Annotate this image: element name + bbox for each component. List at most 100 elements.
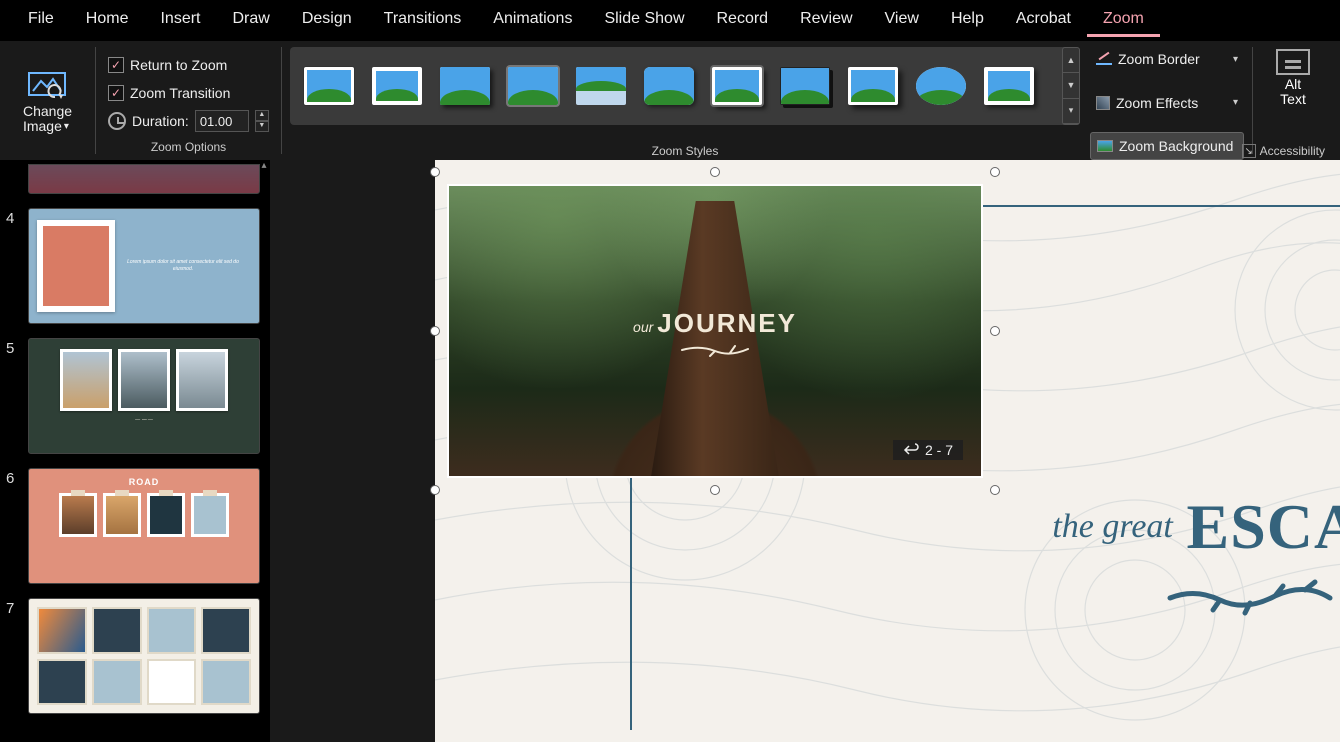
title-block: the great ESCAPE [1052,490,1340,564]
menu-zoom[interactable]: Zoom [1087,4,1160,37]
menu-record[interactable]: Record [701,4,785,37]
zoom-effects-label: Zoom Effects [1116,95,1198,111]
branch-decoration [1165,578,1335,621]
slide4-text: Lorem ipsum dolor sit amet consectetur e… [115,259,251,273]
slide-number: 6 [6,468,20,584]
change-image-label1: Change [23,104,72,119]
style-preset-1[interactable] [304,67,354,105]
slide-canvas[interactable]: the great ESCAPE ourJOURNEY 2 - 7 [435,160,1340,742]
change-image-label2: Image [23,119,62,134]
background-icon [1097,140,1113,152]
accessibility-label[interactable]: Accessibility [1242,144,1325,158]
checkbox-icon: ✓ [108,57,124,73]
zoom-frame-image: ourJOURNEY 2 - 7 [447,184,983,478]
style-preset-7[interactable] [712,67,762,105]
zoom-transition-label: Zoom Transition [130,85,230,101]
pen-icon [1096,53,1112,65]
zoom-styles-gallery[interactable] [290,47,1080,125]
alt-text-label1: Alt [1285,76,1301,92]
resize-handle[interactable] [430,485,440,495]
style-preset-10[interactable] [916,67,966,105]
slide6-title: ROAD [129,477,160,487]
gallery-scroll[interactable]: ▲▼▾ [1062,47,1080,125]
chevron-down-icon: ▾ [1233,54,1238,65]
journey-title: ourJOURNEY [449,308,981,357]
resize-handle[interactable] [990,326,1000,336]
chevron-down-icon: ▾ [64,121,69,132]
zoom-styles-group: ▲▼▾ Zoom Styles [282,41,1082,160]
style-preset-2[interactable] [372,67,422,105]
slide-thumb-3[interactable] [28,164,260,194]
resize-handle[interactable] [710,167,720,177]
style-preset-9[interactable] [848,67,898,105]
zoom-frame-selected[interactable]: ourJOURNEY 2 - 7 [435,172,995,490]
style-preset-3[interactable] [440,67,490,105]
menu-acrobat[interactable]: Acrobat [1000,4,1087,37]
title-prefix: the great [1052,508,1173,546]
change-image-group: Change Image ▾ [0,41,95,160]
workspace: 4 Lorem ipsum dolor sit amet consectetur… [0,160,1340,742]
style-preset-11[interactable] [984,67,1034,105]
menu-help[interactable]: Help [935,4,1000,37]
zoom-styles-group-label: Zoom Styles [290,142,1080,160]
alt-text-icon [1276,49,1310,75]
menu-view[interactable]: View [869,4,935,37]
zoom-options-group-label: Zoom Options [104,138,273,156]
alt-text-label2: Text [1280,91,1306,107]
title-main: ESCAPE [1187,490,1340,564]
slide-thumb-7[interactable] [28,598,260,714]
menu-transitions[interactable]: Transitions [368,4,478,37]
menu-home[interactable]: Home [70,4,145,37]
menu-animations[interactable]: Animations [477,4,588,37]
clock-icon [108,112,126,130]
zoom-background-button[interactable]: Zoom Background [1090,132,1244,160]
slide-thumb-6[interactable]: ROAD [28,468,260,584]
menu-insert[interactable]: Insert [144,4,216,37]
ribbon: Change Image ▾ ✓ Return to Zoom ✓ Zoom T… [0,40,1340,160]
zoom-format-group: Zoom Border ▾ Zoom Effects ▾ Zoom Backgr… [1082,41,1252,160]
alt-text-group: AltText Accessibility [1253,41,1333,160]
zoom-range-badge: 2 - 7 [893,440,963,460]
effects-icon [1096,96,1110,110]
style-preset-8[interactable] [780,67,830,105]
zoom-options-group: ✓ Return to Zoom ✓ Zoom Transition Durat… [96,41,281,160]
style-preset-4[interactable] [508,67,558,105]
slide-canvas-area: the great ESCAPE ourJOURNEY 2 - 7 [270,160,1340,742]
resize-handle[interactable] [430,326,440,336]
return-to-zoom-checkbox[interactable]: ✓ Return to Zoom [108,51,269,79]
chevron-down-icon: ▾ [1233,97,1238,108]
resize-handle[interactable] [990,167,1000,177]
slide-number [6,164,20,194]
change-image-button[interactable]: Change Image ▾ [23,67,72,135]
resize-handle[interactable] [710,485,720,495]
duration-label: Duration: [132,113,189,129]
zoom-transition-checkbox[interactable]: ✓ Zoom Transition [108,79,269,107]
slide-thumb-4[interactable]: Lorem ipsum dolor sit amet consectetur e… [28,208,260,324]
duration-row: Duration: ▲▼ [108,107,269,135]
menu-draw[interactable]: Draw [216,4,285,37]
thumbnail-scrollbar[interactable]: ▴ [258,160,270,742]
zoom-border-button[interactable]: Zoom Border ▾ [1090,45,1244,73]
change-image-icon [27,71,67,101]
duration-input[interactable] [195,110,249,132]
slide-thumb-5[interactable]: — ⁓ — [28,338,260,454]
menu-slideshow[interactable]: Slide Show [588,4,700,37]
return-arrow-icon [903,443,919,457]
slide-thumbnail-panel: 4 Lorem ipsum dolor sit amet consectetur… [0,160,270,742]
resize-handle[interactable] [990,485,1000,495]
style-preset-6[interactable] [644,67,694,105]
checkbox-icon: ✓ [108,85,124,101]
style-preset-5[interactable] [576,67,626,105]
alt-text-button[interactable]: AltText [1276,45,1310,108]
duration-spinner[interactable]: ▲▼ [255,110,269,132]
slide-number: 4 [6,208,20,324]
resize-handle[interactable] [430,167,440,177]
menu-design[interactable]: Design [286,4,368,37]
zoom-effects-button[interactable]: Zoom Effects ▾ [1090,89,1244,117]
menu-review[interactable]: Review [784,4,868,37]
menu-file[interactable]: File [12,4,70,37]
zoom-background-label: Zoom Background [1119,138,1233,154]
menu-bar: File Home Insert Draw Design Transitions… [0,0,1340,40]
slide-number: 5 [6,338,20,454]
zoom-border-label: Zoom Border [1118,51,1200,67]
